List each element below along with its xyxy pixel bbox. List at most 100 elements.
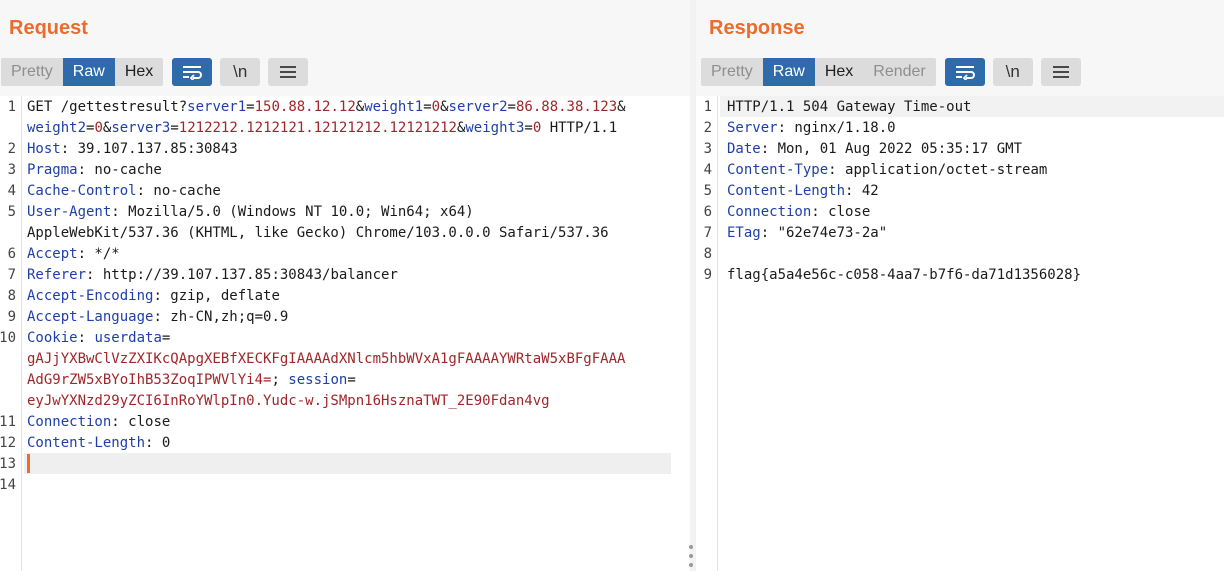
response-toolbar: Pretty Raw Hex Render \n — [701, 58, 1081, 86]
code-text: : 42 — [845, 183, 879, 199]
code-text: : http://39.107.137.85:30843/balancer — [86, 267, 398, 283]
line-number: 8 — [703, 246, 712, 262]
line-number: 2 — [7, 141, 16, 157]
header-key: Cookie — [27, 330, 78, 346]
header-key: Cache-Control — [27, 183, 137, 199]
line-number: 12 — [0, 435, 16, 451]
code-text: = — [161, 330, 171, 346]
request-view-tabs: Pretty Raw Hex — [1, 58, 164, 86]
newline-icon[interactable]: \n — [992, 58, 1033, 86]
code-text: : application/octet-stream — [828, 162, 1048, 178]
param-value: eyJwYXNzd29yZCI6InRoYWlpIn0.Yudc-w.jSMpn… — [27, 393, 550, 409]
code-line: Content-Length: 42 — [727, 181, 879, 202]
code-text: ; — [271, 372, 289, 388]
code-line: Content-Length: 0 — [27, 433, 170, 454]
code-text: : no-cache — [136, 183, 221, 199]
header-key: Connection — [727, 204, 812, 220]
code-line: Cookie: userdata= — [27, 328, 170, 349]
request-tab-raw[interactable]: Raw — [62, 58, 115, 86]
code-text: : 0 — [145, 435, 171, 451]
newline-icon[interactable]: \n — [220, 58, 261, 86]
line-number: 14 — [0, 477, 16, 493]
code-line: Connection: close — [27, 412, 170, 433]
param-value: 0 — [532, 120, 542, 136]
response-tab-pretty[interactable]: Pretty — [701, 58, 763, 86]
response-tab-hex[interactable]: Hex — [815, 58, 863, 86]
header-key: Server — [727, 120, 778, 136]
response-editor[interactable]: 1 2 3 4 5 6 7 8 9 HTTP/1.1 504 Gateway Time-out S… — [696, 96, 1224, 571]
code-text: & — [440, 99, 449, 115]
code-line: User-Agent: Mozilla/5.0 (Windows NT 10.0… — [27, 202, 474, 223]
code-text: = — [347, 372, 356, 388]
request-toolbar: Pretty Raw Hex \n — [1, 58, 309, 86]
code-text: : close — [811, 204, 871, 220]
response-tab-raw[interactable]: Raw — [762, 58, 815, 86]
header-key: Content-Length — [27, 435, 146, 451]
header-key: Content-Type — [727, 162, 829, 178]
code-text: : 39.107.137.85:30843 — [60, 141, 238, 157]
header-key: weight2 — [27, 120, 87, 136]
line-number: 6 — [703, 204, 712, 220]
code-line: Connection: close — [727, 202, 870, 223]
request-title: Request — [9, 17, 88, 39]
code-line: HTTP/1.1 504 Gateway Time-out — [727, 97, 971, 118]
request-tab-hex[interactable]: Hex — [115, 58, 163, 86]
line-number: 2 — [703, 120, 712, 136]
code-line: AdG9rZW5xBYoIhB53ZoqIPWVlYi4=; session= — [27, 370, 356, 391]
header-key: weight3 — [465, 120, 525, 136]
code-text: : */* — [77, 246, 120, 262]
header-key: Accept-Encoding — [27, 288, 154, 304]
response-tab-render[interactable]: Render — [863, 58, 935, 86]
param-value: 0 — [431, 99, 441, 115]
wrap-lines-icon[interactable] — [172, 58, 213, 86]
code-text: & — [355, 99, 365, 115]
header-key: ETag — [727, 225, 761, 241]
menu-icon[interactable] — [1040, 58, 1081, 86]
menu-icon[interactable] — [268, 58, 309, 86]
line-number: 6 — [7, 246, 16, 262]
code-text: : Mon, 01 Aug 2022 05:35:17 GMT — [760, 141, 1023, 157]
resize-handle-icon[interactable] — [688, 545, 694, 567]
response-pane: Response Pretty Raw Hex Render \n 1 2 3 4 5 6… — [696, 0, 1224, 571]
response-line-numbers: 1 2 3 4 5 6 7 8 9 — [696, 96, 718, 571]
header-key: server3 — [111, 120, 171, 136]
header-key: session — [288, 372, 348, 388]
header-key: userdata — [94, 330, 162, 346]
header-key: Date — [727, 141, 761, 157]
code-line: Accept-Encoding: gzip, deflate — [27, 286, 280, 307]
code-text: & — [617, 99, 626, 115]
header-key: server1 — [187, 99, 247, 115]
request-tab-pretty[interactable]: Pretty — [1, 58, 63, 86]
code-text: : no-cache — [77, 162, 162, 178]
code-text: : close — [111, 414, 171, 430]
code-text: = — [170, 120, 179, 136]
header-key: User-Agent — [27, 204, 112, 220]
param-value: 0 — [94, 120, 103, 136]
code-line: Accept: */* — [27, 244, 120, 265]
code-line: Server: nginx/1.18.0 — [727, 118, 896, 139]
line-number: 9 — [703, 267, 712, 283]
line-number: 13 — [0, 456, 16, 472]
header-key: Accept — [27, 246, 78, 262]
response-header: Response Pretty Raw Hex Render \n — [696, 0, 1224, 96]
line-number: 11 — [0, 414, 16, 430]
wrap-lines-icon[interactable] — [944, 58, 985, 86]
header-key: Referer — [27, 267, 87, 283]
line-number: 10 — [0, 330, 16, 346]
code-line: ETag: "62e74e73-2a" — [727, 223, 887, 244]
line-number: 7 — [703, 225, 712, 241]
header-key: Host — [27, 141, 61, 157]
code-line: Content-Type: application/octet-stream — [727, 160, 1047, 181]
param-value: gAJjYXBwClVzZXIKcQApgXEBfXECKFgIAAAAdXNl… — [27, 351, 626, 367]
request-editor[interactable]: 1 2 3 4 5 6 7 8 9 10 11 12 13 14 GET /gettestresult?s… — [0, 96, 690, 571]
code-text: : gzip, deflate — [153, 288, 280, 304]
code-line: Host: 39.107.137.85:30843 — [27, 139, 238, 160]
code-text: flag{a5a4e56c-c058-4aa7-b7f6-da71d135602… — [727, 267, 1082, 283]
line-number: 7 — [7, 267, 16, 283]
code-line: gAJjYXBwClVzZXIKcQApgXEBfXECKFgIAAAAdXNl… — [27, 349, 625, 370]
param-value: AdG9rZW5xBYoIhB53ZoqIPWVlYi4= — [27, 372, 272, 388]
header-key: Pragma — [27, 162, 78, 178]
line-number: 3 — [7, 162, 16, 178]
code-line: Referer: http://39.107.137.85:30843/bala… — [27, 265, 398, 286]
response-title: Response — [709, 17, 805, 39]
